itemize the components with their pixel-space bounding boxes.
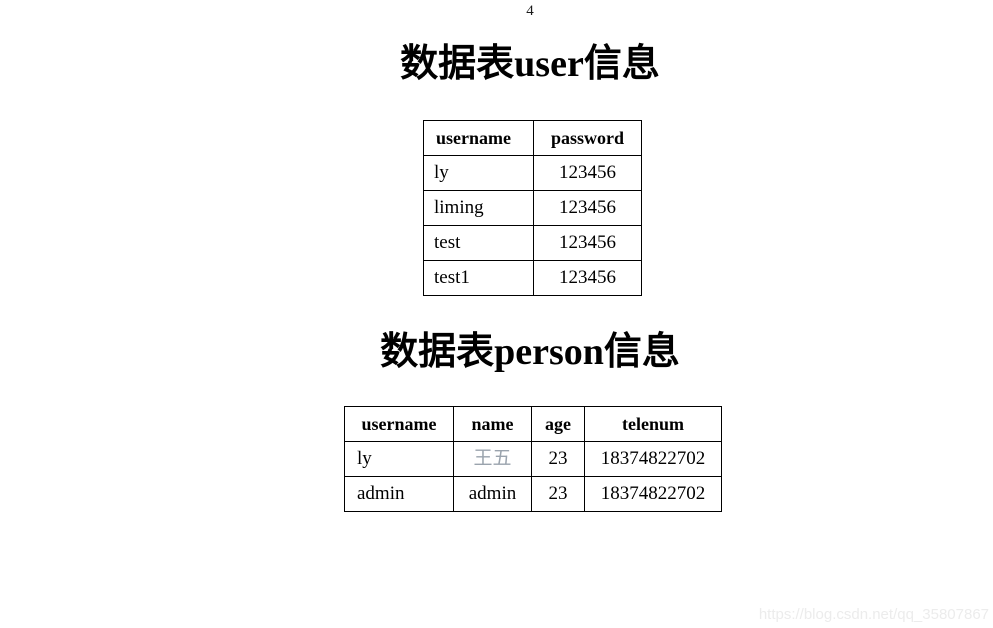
person-table: username name age telenum ly 王五 23 18374… <box>344 406 722 512</box>
column-header-telenum: telenum <box>584 406 722 442</box>
cell-age: 23 <box>531 476 585 512</box>
cell-username: test <box>423 225 534 261</box>
table-header-row: username password <box>423 120 642 156</box>
column-header-username: username <box>344 406 454 442</box>
cell-age: 23 <box>531 441 585 477</box>
column-header-age: age <box>531 406 585 442</box>
table-row: ly 123456 <box>423 155 642 191</box>
cell-username: admin <box>344 476 454 512</box>
cell-password: 123456 <box>533 260 642 296</box>
table-header-row: username name age telenum <box>344 406 722 442</box>
cell-username: ly <box>423 155 534 191</box>
column-header-username: username <box>423 120 534 156</box>
cell-telenum: 18374822702 <box>584 441 722 477</box>
user-table: username password ly 123456 liming 12345… <box>423 120 642 296</box>
page-number: 4 <box>526 3 534 19</box>
column-header-name: name <box>453 406 532 442</box>
table-row: test1 123456 <box>423 260 642 296</box>
watermark: https://blog.csdn.net/qq_35807867 <box>758 606 989 623</box>
table-row: ly 王五 23 18374822702 <box>344 441 722 477</box>
column-header-password: password <box>533 120 642 156</box>
cell-username: test1 <box>423 260 534 296</box>
page-title-person-table: 数据表person信息 <box>380 331 680 373</box>
table-row: liming 123456 <box>423 190 642 226</box>
cell-password: 123456 <box>533 155 642 191</box>
cell-username: ly <box>344 441 454 477</box>
page-title-user-table: 数据表user信息 <box>400 43 660 85</box>
cell-name: admin <box>453 476 532 512</box>
cell-password: 123456 <box>533 190 642 226</box>
cell-telenum: 18374822702 <box>584 476 722 512</box>
cell-username: liming <box>423 190 534 226</box>
cell-password: 123456 <box>533 225 642 261</box>
table-row: admin admin 23 18374822702 <box>344 476 722 512</box>
table-row: test 123456 <box>423 225 642 261</box>
cell-name: 王五 <box>453 441 532 477</box>
